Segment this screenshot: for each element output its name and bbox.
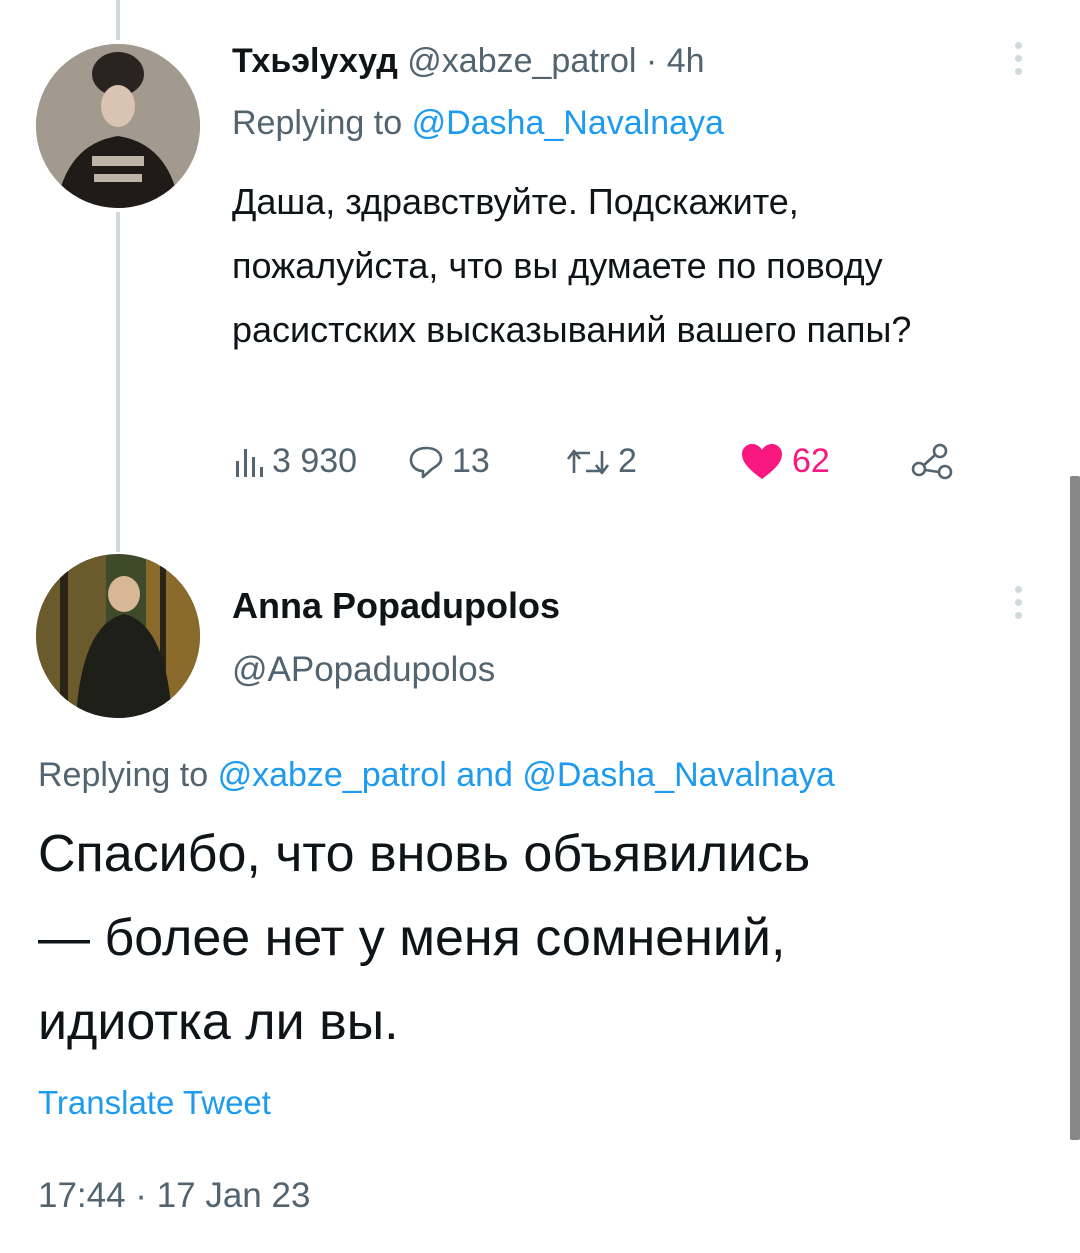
translate-tweet-link[interactable]: Translate Tweet — [38, 1084, 271, 1122]
like-count: 62 — [792, 442, 830, 480]
reply-header: Тхьэlухуд @xabze_patrol · 4h — [232, 42, 705, 81]
reply-button[interactable]: 13 — [408, 442, 490, 481]
mention-link[interactable]: @xabze_patrol — [218, 756, 447, 794]
retweet-button[interactable]: 2 — [566, 442, 637, 481]
tweet-text-line: — более нет у меня сомнений, — [38, 909, 786, 967]
reply-count: 13 — [452, 442, 490, 480]
reply-icon — [409, 446, 443, 478]
dot — [1015, 42, 1022, 49]
analytics-icon — [236, 448, 263, 477]
replying-prefix: Replying to — [38, 756, 209, 794]
views-count: 3 930 — [272, 442, 358, 480]
dot — [1015, 599, 1022, 606]
replying-to: Replying to @Dasha_Navalnaya — [232, 104, 724, 143]
tweet-text-line: Спасибо, что вновь объявились — [38, 825, 811, 883]
author-name[interactable]: Тхьэlухуд — [232, 42, 398, 80]
separator: · — [645, 42, 658, 80]
author-name[interactable]: Anna Popadupolos — [232, 585, 560, 627]
more-options-button[interactable] — [1015, 586, 1022, 619]
retweet-count: 2 — [618, 442, 637, 480]
tweet-text-line: идиотка ли вы. — [38, 993, 399, 1051]
share-button[interactable] — [910, 442, 956, 487]
share-icon — [911, 443, 953, 480]
tweet-text: Даша, здравствуйте. Подскажите, пожалуйс… — [232, 181, 912, 350]
tweet-text: Спасибо, что вновь объявились — более не… — [38, 812, 1048, 1064]
mention-link[interactable]: @Dasha_Navalnaya — [412, 104, 724, 142]
author-handle[interactable]: @APopadupolos — [232, 650, 495, 690]
replying-prefix: Replying to — [232, 104, 403, 142]
scrollbar[interactable] — [1070, 476, 1080, 1140]
retweet-icon — [566, 449, 610, 474]
dot — [1015, 55, 1022, 62]
thread-line-top — [116, 0, 120, 40]
avatar[interactable] — [36, 554, 200, 718]
thread-line — [116, 212, 120, 552]
avatar[interactable] — [36, 44, 200, 208]
views-button[interactable]: 3 930 — [234, 442, 357, 481]
tweet-time[interactable]: 4h — [667, 42, 705, 80]
more-options-button[interactable] — [1015, 42, 1022, 75]
avatar-image — [36, 554, 200, 718]
replying-to: Replying to @xabze_patrol and @Dasha_Nav… — [38, 756, 835, 795]
heart-icon — [742, 443, 782, 479]
like-button[interactable]: 62 — [740, 442, 830, 481]
avatar-image — [36, 44, 200, 208]
dot — [1015, 612, 1022, 619]
dot — [1015, 586, 1022, 593]
replying-and: and — [456, 756, 513, 794]
author-handle[interactable]: @xabze_patrol — [407, 42, 636, 80]
mention-link[interactable]: @Dasha_Navalnaya — [522, 756, 834, 794]
dot — [1015, 68, 1022, 75]
tweet-timestamp[interactable]: 17:44 · 17 Jan 23 — [38, 1176, 310, 1216]
